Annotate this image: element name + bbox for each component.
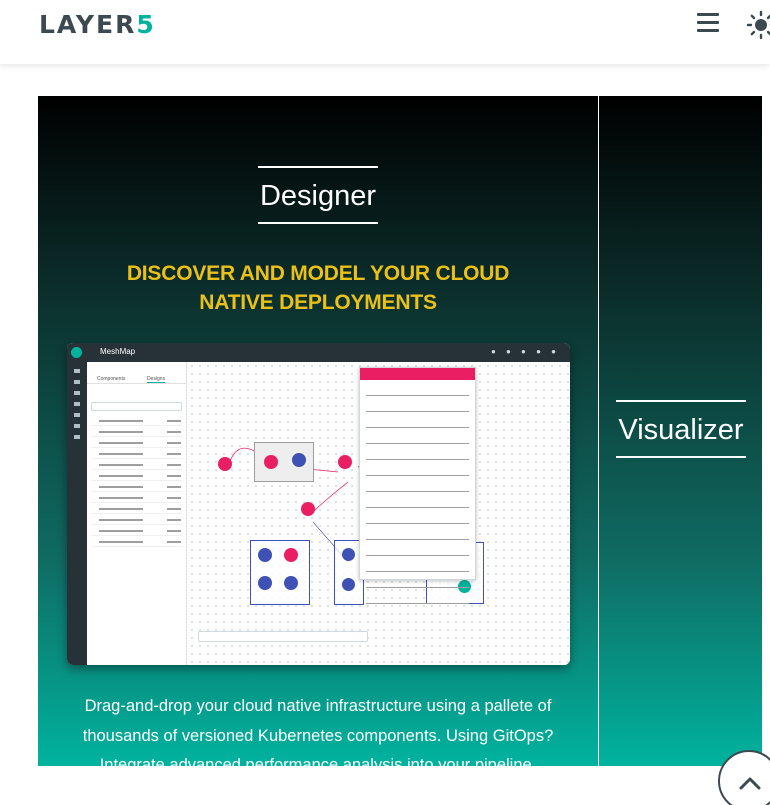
canvas-node	[292, 453, 306, 467]
app-title: MeshMap	[100, 347, 136, 356]
visualizer-card: Visualizer	[599, 96, 762, 766]
designer-title-block: Designer	[258, 166, 378, 224]
canvas-node	[258, 548, 272, 562]
visualizer-title-block: Visualizer	[616, 400, 746, 458]
logo-accent: 5	[136, 10, 156, 39]
tagline-line-1: DISCOVER AND MODEL YOUR CLOUD	[126, 262, 510, 285]
hamburger-icon[interactable]	[697, 13, 719, 33]
panel-search	[91, 402, 182, 411]
designer-tagline: DISCOVER AND MODEL YOUR CLOUD NATIVE DEP…	[78, 259, 558, 317]
scroll-to-top-button[interactable]	[718, 750, 770, 805]
app-topbar-icons: ● ● ● ● ●	[490, 347, 560, 356]
title-divider-bottom	[258, 222, 378, 224]
sun-icon[interactable]	[746, 10, 770, 40]
canvas-node	[264, 455, 278, 469]
canvas-node	[342, 578, 355, 591]
chevron-up-icon	[739, 777, 761, 790]
designer-title: Designer	[259, 180, 377, 212]
app-footer	[87, 649, 570, 665]
description-line-3: Integrate advanced performance analysis …	[99, 756, 537, 766]
canvas-node	[284, 548, 298, 562]
configuration-panel	[359, 367, 476, 604]
designer-card: Designer DISCOVER AND MODEL YOUR CLOUD N…	[38, 96, 598, 766]
carousel-edge	[762, 96, 770, 766]
meshmap-screenshot: MeshMap ● ● ● ● ● Components Designs	[67, 343, 570, 665]
canvas-node	[218, 457, 232, 471]
canvas-zoom-toolbar	[198, 631, 368, 642]
description-line-1: Drag-and-drop your cloud native infrastr…	[84, 697, 552, 715]
canvas-actions	[383, 631, 566, 642]
canvas-node	[301, 502, 315, 516]
designs-panel: Components Designs	[87, 362, 187, 665]
panel-tab-components: Components	[97, 376, 126, 382]
site-header: LAYER5	[0, 0, 770, 64]
tagline-line-2: NATIVE DEPLOYMENTS	[199, 291, 437, 314]
canvas-node	[338, 455, 352, 469]
canvas-node	[258, 576, 272, 590]
panel-tab-designs: Designs	[147, 376, 166, 383]
panel-tabs: Components Designs	[87, 362, 186, 384]
canvas-node	[284, 576, 298, 590]
canvas-node	[342, 548, 355, 561]
designer-description: Drag-and-drop your cloud native infrastr…	[58, 692, 578, 766]
meshery-logo-icon	[71, 347, 82, 358]
logo-text: LAYER	[39, 10, 137, 39]
visualizer-title: Visualizer	[618, 414, 744, 446]
title-divider-bottom	[616, 456, 746, 458]
app-left-nav	[67, 362, 87, 665]
description-line-2: thousands of versioned Kubernetes compon…	[82, 726, 554, 745]
layer5-logo[interactable]: LAYER5	[39, 10, 156, 39]
app-topbar: MeshMap ● ● ● ● ●	[67, 343, 570, 362]
